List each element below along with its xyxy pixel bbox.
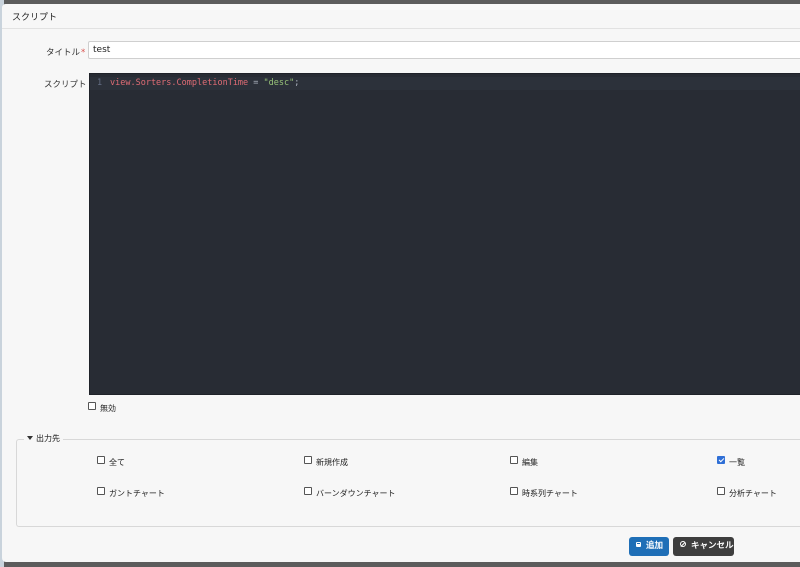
output-legend[interactable]: 出力先	[24, 433, 63, 444]
output-option-checkbox[interactable]	[97, 456, 105, 464]
disabled-checkbox[interactable]	[88, 402, 96, 410]
editor-code-line[interactable]: view.Sorters.CompletionTime = "desc";	[110, 77, 299, 90]
output-option-checkbox[interactable]	[510, 487, 518, 495]
code-token: =	[248, 78, 264, 88]
title-field-label: タイトル*	[46, 46, 85, 58]
script-editor[interactable]: 1 view.Sorters.CompletionTime = "desc";	[89, 73, 800, 395]
output-option-label: 一覧	[729, 458, 745, 467]
output-option-label: 時系列チャート	[522, 489, 578, 498]
output-legend-label: 出力先	[36, 434, 60, 443]
code-token: view.Sorters.CompletionTime	[110, 78, 249, 88]
cancel-button-label: キャンセル	[691, 541, 734, 551]
output-option-label: ガントチャート	[109, 489, 165, 498]
output-option-label: 分析チャート	[729, 489, 777, 498]
title-label-text: タイトル	[46, 48, 81, 58]
save-icon	[636, 537, 641, 556]
output-option-label: 編集	[522, 458, 538, 467]
output-option-checkbox[interactable]	[304, 487, 312, 495]
add-button-label: 追加	[646, 541, 664, 551]
script-field-label: スクリプト	[44, 80, 87, 90]
output-option-checkbox[interactable]	[304, 456, 312, 464]
output-option-label: 全て	[109, 458, 125, 467]
output-option-checkbox[interactable]	[717, 456, 725, 464]
output-option-label: 新規作成	[316, 458, 348, 467]
title-input[interactable]	[88, 41, 800, 59]
dialog-title: スクリプト	[12, 13, 58, 23]
dialog-header: スクリプト	[2, 4, 800, 29]
output-fieldset	[16, 439, 800, 527]
code-token: ;	[294, 78, 300, 88]
disabled-label: 無効	[100, 404, 116, 413]
output-option-checkbox[interactable]	[717, 487, 725, 495]
editor-line-number: 1	[97, 78, 103, 88]
required-mark: *	[81, 48, 86, 58]
code-token: "desc"	[263, 78, 295, 88]
caret-down-icon	[27, 436, 33, 440]
output-option-label: バーンダウンチャート	[316, 489, 396, 498]
add-button[interactable]: 追加	[629, 537, 669, 556]
ban-icon	[680, 537, 686, 556]
cancel-button[interactable]: キャンセル	[673, 537, 734, 556]
output-option-checkbox[interactable]	[510, 456, 518, 464]
output-option-checkbox[interactable]	[97, 487, 105, 495]
script-dialog: スクリプト タイトル* スクリプト 1 view.Sorters.Complet…	[2, 4, 800, 562]
